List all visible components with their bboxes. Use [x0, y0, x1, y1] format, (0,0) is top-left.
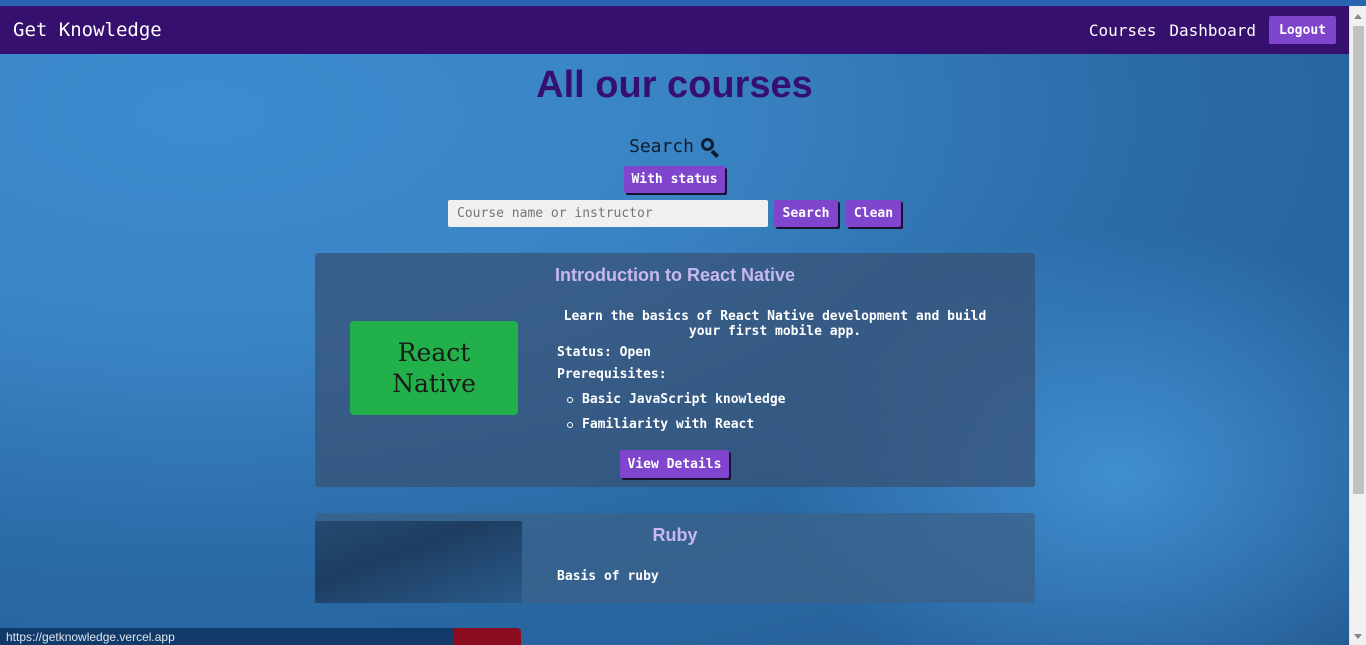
- course-title: Introduction to React Native: [554, 265, 796, 285]
- bullet-icon: [567, 396, 573, 403]
- nav-link-courses[interactable]: Courses: [1089, 21, 1156, 40]
- search-input[interactable]: [448, 200, 768, 227]
- logout-button[interactable]: Logout: [1269, 16, 1336, 44]
- course-image-text: Native: [392, 369, 476, 398]
- navbar: Get Knowledge Courses Dashboard Logout: [0, 6, 1349, 54]
- course-card: Introduction to React Native React Nativ…: [315, 253, 1035, 487]
- list-item: Basic JavaScript knowledge: [567, 387, 786, 412]
- course-card: Ruby Basis of ruby: [315, 513, 1035, 603]
- brand-logo[interactable]: Get Knowledge: [13, 19, 162, 41]
- scroll-up-icon[interactable]: [1354, 14, 1362, 19]
- prerequisite-text: Basic JavaScript knowledge: [582, 392, 786, 407]
- prerequisites-list: Basic JavaScript knowledge Familiarity w…: [567, 387, 786, 437]
- scroll-down-icon[interactable]: [1354, 634, 1362, 639]
- view-details-button[interactable]: View Details: [620, 450, 729, 478]
- search-heading: Search: [0, 136, 1349, 158]
- prerequisite-text: Familiarity with React: [582, 417, 755, 432]
- search-icon: [700, 137, 720, 158]
- course-title: Ruby: [652, 525, 698, 545]
- course-image-text: React: [397, 338, 471, 367]
- status-bar-url: https://getknowledge.vercel.app: [0, 628, 453, 645]
- course-description: Basis of ruby: [557, 569, 659, 584]
- nav-link-dashboard[interactable]: Dashboard: [1169, 21, 1256, 40]
- prerequisites-label: Prerequisites:: [557, 367, 667, 382]
- search-label: Search: [628, 136, 695, 157]
- clean-button[interactable]: Clean: [846, 200, 901, 227]
- page-scrollbar[interactable]: [1349, 6, 1366, 645]
- course-image: React Native: [350, 321, 518, 415]
- course-status: Status: Open: [557, 345, 651, 360]
- list-item: Familiarity with React: [567, 412, 786, 437]
- bullet-icon: [567, 421, 573, 428]
- nav-links: Courses Dashboard Logout: [1089, 16, 1336, 44]
- scroll-thumb[interactable]: [1353, 26, 1364, 494]
- with-status-button[interactable]: With status: [624, 166, 725, 193]
- search-button[interactable]: Search: [774, 200, 838, 227]
- status-bar-overlay: [453, 628, 521, 645]
- page-title: All our courses: [536, 64, 813, 106]
- course-description: Learn the basics of React Native develop…: [563, 309, 987, 339]
